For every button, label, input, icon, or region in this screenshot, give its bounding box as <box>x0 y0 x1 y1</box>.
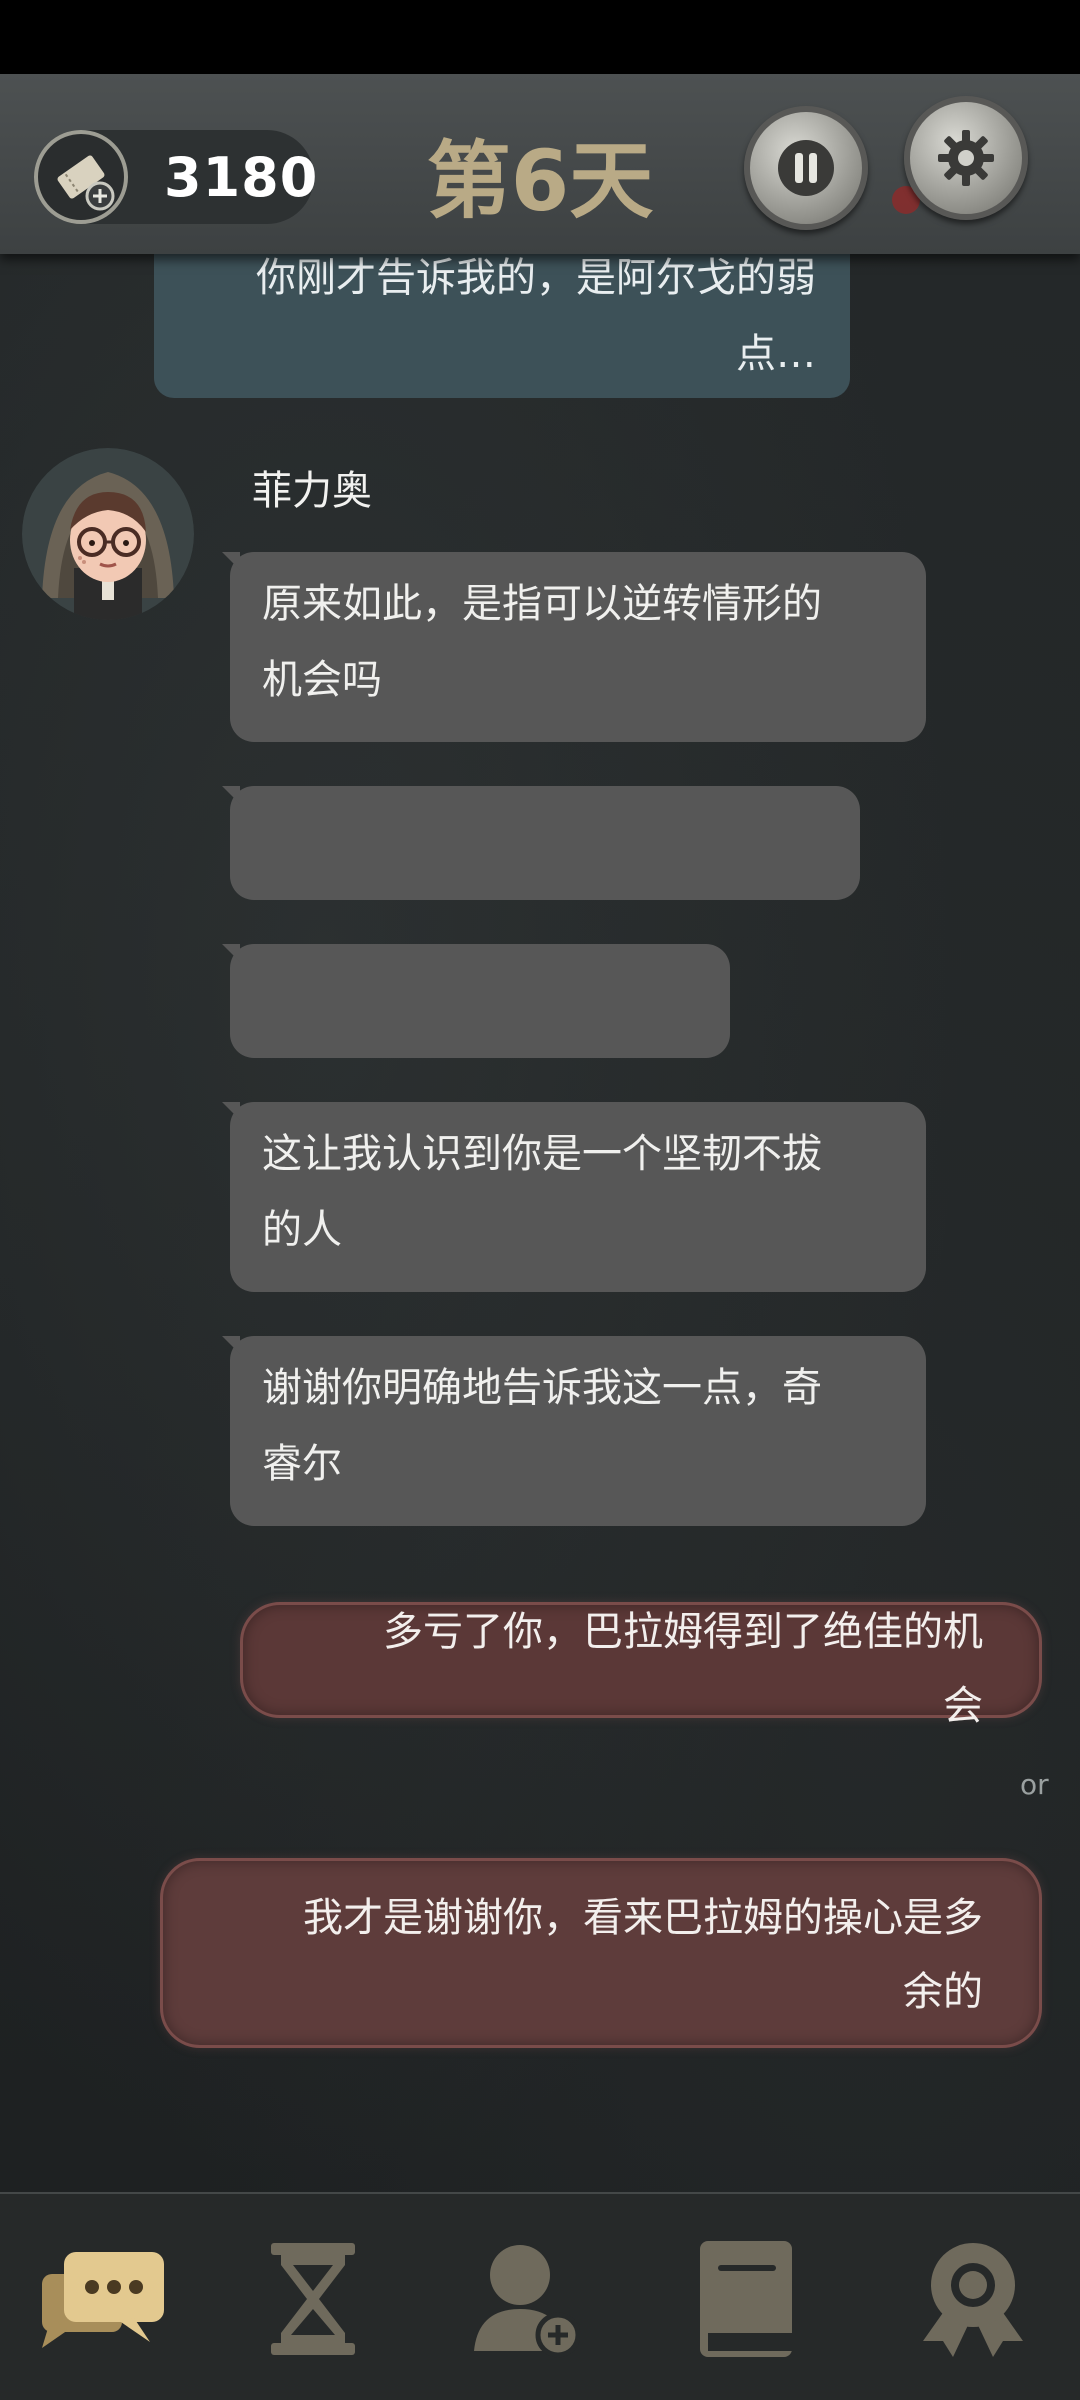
game-screen: 你刚才告诉我的，是阿尔戈的弱 点… 菲力奥 原来如此，是指可以逆转情形的 机会吗 <box>0 0 1080 2400</box>
nav-characters[interactable] <box>460 2234 590 2364</box>
top-bar: 3180 第6天 <box>0 74 1080 254</box>
npc-message-line1: 谢谢你明确地告诉我这一点，奇 <box>262 1365 822 1411</box>
pause-button[interactable] <box>744 106 868 230</box>
nav-chat[interactable] <box>38 2234 168 2364</box>
add-person-icon <box>474 2245 580 2358</box>
pause-icon <box>778 140 834 196</box>
npc-message-empty <box>222 786 860 900</box>
npc-message-empty <box>222 944 730 1058</box>
npc-message-line2: 睿尔 <box>262 1441 342 1487</box>
npc-message-line1: 这让我认识到你是一个坚韧不拔 <box>262 1131 822 1177</box>
or-label: or <box>1020 1768 1049 1801</box>
hourglass-icon <box>271 2243 355 2355</box>
npc-avatar <box>22 448 194 620</box>
reply-choice-1[interactable]: 多亏了你，巴拉姆得到了绝佳的机 会 <box>240 1602 1042 1729</box>
settings-button[interactable] <box>904 96 1028 220</box>
bottom-nav <box>0 2192 1080 2400</box>
medal-icon <box>923 2243 1023 2357</box>
player-message-line2: 点… <box>736 331 816 377</box>
choice-line1: 我才是谢谢你，看来巴拉姆的操心是多 <box>303 1895 983 1941</box>
npc-message-line2: 机会吗 <box>262 657 382 703</box>
book-icon <box>700 2241 792 2357</box>
choice-line2: 余的 <box>903 1969 983 2015</box>
nav-achievements[interactable] <box>908 2234 1038 2364</box>
npc-message: 谢谢你明确地告诉我这一点，奇 睿尔 <box>222 1336 926 1526</box>
status-bar <box>0 0 1080 74</box>
chat-bubbles-icon <box>42 2252 164 2348</box>
npc-message: 这让我认识到你是一个坚韧不拔 的人 <box>222 1102 926 1292</box>
npc-name: 菲力奥 <box>252 468 372 514</box>
npc-message-line2: 的人 <box>262 1207 342 1253</box>
npc-message: 原来如此，是指可以逆转情形的 机会吗 <box>222 552 926 742</box>
npc-message-line1: 原来如此，是指可以逆转情形的 <box>262 581 822 627</box>
npc-portrait-icon <box>22 448 194 620</box>
choice-line1: 多亏了你，巴拉姆得到了绝佳的机 <box>383 1609 983 1655</box>
nav-book[interactable] <box>680 2234 810 2364</box>
gear-icon <box>938 130 994 186</box>
reply-choice-2[interactable]: 我才是谢谢你，看来巴拉姆的操心是多 余的 <box>160 1858 1042 2048</box>
choice-line2: 会 <box>943 1683 983 1729</box>
nav-hourglass[interactable] <box>248 2234 378 2364</box>
